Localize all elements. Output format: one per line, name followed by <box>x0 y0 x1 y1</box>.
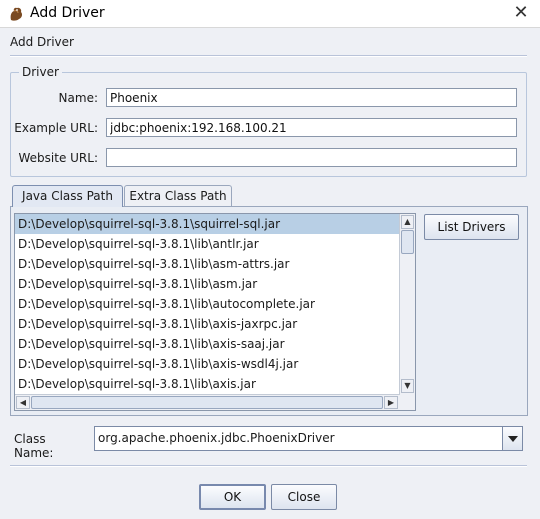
scroll-corner <box>400 394 415 410</box>
list-item[interactable]: D:\Develop\squirrel-sql-3.8.1\lib\asm-at… <box>15 254 415 274</box>
window-title: Add Driver <box>30 5 105 21</box>
website-url-label: Website URL: <box>18 151 99 165</box>
dialog-header: Add Driver <box>10 35 74 49</box>
vertical-scrollbar[interactable]: ▲ ▼ <box>399 214 415 394</box>
scroll-left-arrow-icon[interactable]: ◀ <box>16 396 30 409</box>
scroll-down-arrow-icon[interactable]: ▼ <box>401 379 414 393</box>
scroll-right-arrow-icon[interactable]: ▶ <box>384 396 398 409</box>
footer-divider <box>10 465 527 467</box>
list-drivers-button[interactable]: List Drivers <box>424 214 519 240</box>
tab-extra-class-path[interactable]: Extra Class Path <box>124 185 232 207</box>
class-name-label: Class Name: <box>14 432 54 460</box>
horizontal-scrollbar[interactable]: ◀ ▶ <box>15 394 400 410</box>
close-button[interactable]: Close <box>271 484 337 510</box>
horizontal-scroll-thumb[interactable] <box>31 396 383 409</box>
chevron-down-icon[interactable] <box>502 427 522 450</box>
list-item[interactable]: D:\Develop\squirrel-sql-3.8.1\lib\axis-w… <box>15 354 415 374</box>
close-window-icon[interactable]: ✕ <box>510 2 532 24</box>
list-item[interactable]: D:\Develop\squirrel-sql-3.8.1\lib\autoco… <box>15 294 415 314</box>
tab-java-class-path[interactable]: Java Class Path <box>12 185 123 207</box>
example-url-label: Example URL: <box>14 121 98 135</box>
list-item[interactable]: D:\Develop\squirrel-sql-3.8.1\lib\antlr.… <box>15 234 415 254</box>
list-item[interactable]: D:\Develop\squirrel-sql-3.8.1\squirrel-s… <box>15 214 415 234</box>
list-item[interactable]: D:\Develop\squirrel-sql-3.8.1\lib\axis-s… <box>15 334 415 354</box>
list-item[interactable]: D:\Develop\squirrel-sql-3.8.1\lib\asm.ja… <box>15 274 415 294</box>
vertical-scroll-thumb[interactable] <box>401 230 414 254</box>
class-path-list[interactable]: D:\Develop\squirrel-sql-3.8.1\squirrel-s… <box>14 213 416 411</box>
class-name-value: org.apache.phoenix.jdbc.PhoenixDriver <box>98 431 335 445</box>
name-label: Name: <box>58 91 98 105</box>
list-item[interactable]: D:\Develop\squirrel-sql-3.8.1\lib\axis.j… <box>15 374 415 394</box>
website-url-field[interactable] <box>106 148 517 167</box>
name-field[interactable] <box>106 88 517 107</box>
example-url-field[interactable] <box>106 118 517 137</box>
squirrel-icon <box>10 7 23 21</box>
scroll-up-arrow-icon[interactable]: ▲ <box>401 215 414 229</box>
list-item[interactable]: D:\Develop\squirrel-sql-3.8.1\lib\axis-j… <box>15 314 415 334</box>
window-titlebar: Add Driver ✕ <box>0 0 540 28</box>
ok-button[interactable]: OK <box>199 484 266 510</box>
class-name-combobox[interactable]: org.apache.phoenix.jdbc.PhoenixDriver <box>94 426 523 451</box>
header-divider <box>10 55 527 57</box>
driver-group-title: Driver <box>19 65 62 79</box>
